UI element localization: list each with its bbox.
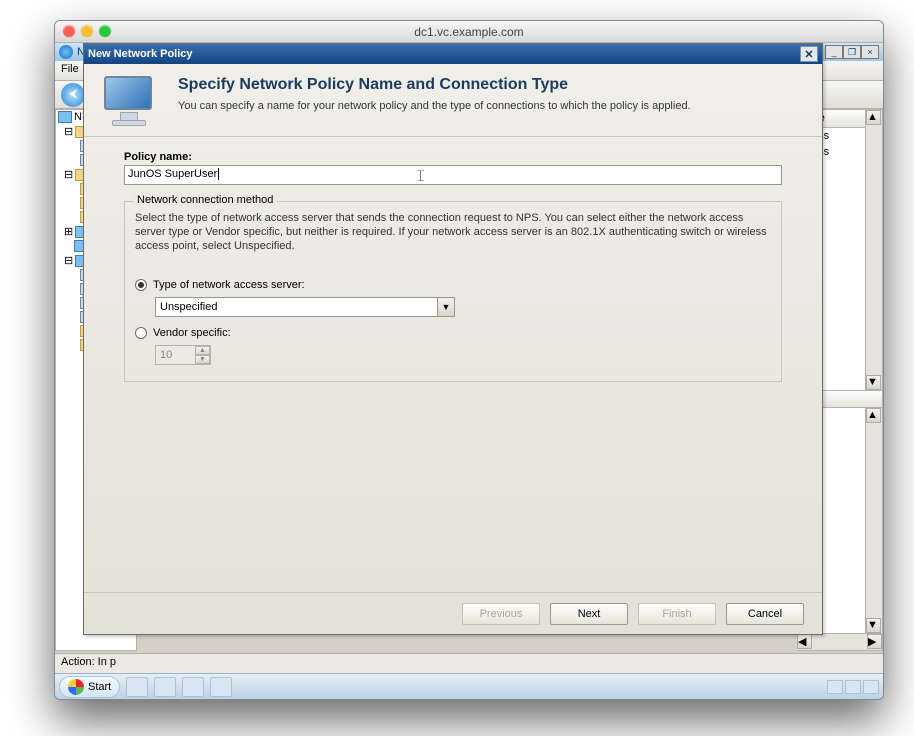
windows-app: Network _ ❐ × File Act ⮜ ⮞ NPS (L ⊟ RA: [55, 43, 883, 699]
nps-icon: [59, 45, 73, 59]
finish-button: Finish: [638, 603, 716, 625]
dialog-title: New Network Policy: [88, 48, 193, 60]
scroll-down-icon[interactable]: ▼: [866, 618, 881, 633]
policy-name-value: JunOS SuperUser: [128, 168, 217, 180]
tray-net-icon[interactable]: [863, 680, 879, 694]
spinner-up-icon: ▲: [195, 346, 210, 355]
radio-type-row[interactable]: Type of network access server:: [135, 279, 771, 291]
taskbar-item[interactable]: [126, 677, 148, 697]
text-caret: [218, 168, 219, 180]
dialog-close-button[interactable]: ✕: [800, 46, 818, 62]
scroll-up-icon[interactable]: ▲: [866, 408, 881, 423]
nps-root-icon: [58, 111, 72, 123]
server-type-select[interactable]: Unspecified ▼: [155, 297, 455, 317]
radio-vendor-button[interactable]: [135, 327, 147, 339]
radio-type-button[interactable]: [135, 279, 147, 291]
tray-flag-icon[interactable]: [827, 680, 843, 694]
radio-type-label: Type of network access server:: [153, 279, 305, 291]
mac-titlebar[interactable]: dc1.vc.example.com: [55, 21, 883, 43]
dialog-titlebar[interactable]: New Network Policy ✕: [84, 44, 822, 64]
dialog-button-row: Previous Next Finish Cancel: [84, 592, 822, 634]
mac-window: dc1.vc.example.com Network _ ❐ × File Ac…: [54, 20, 884, 700]
windows-logo-icon: [68, 679, 84, 695]
mac-zoom-icon[interactable]: [99, 25, 111, 37]
policy-name-label: Policy name:: [124, 151, 782, 163]
radio-vendor-label: Vendor specific:: [153, 327, 231, 339]
dialog-body: Policy name: JunOS SuperUser 𝙸 Network c…: [84, 136, 822, 592]
taskbar-item[interactable]: [154, 677, 176, 697]
menu-file[interactable]: File: [61, 63, 79, 75]
mac-close-icon[interactable]: [63, 25, 75, 37]
cancel-button[interactable]: Cancel: [726, 603, 804, 625]
cursor-ibeam-icon: 𝙸: [415, 168, 426, 186]
scroll-left-icon[interactable]: ◀: [797, 634, 812, 649]
spinner-down-icon: ▼: [195, 355, 210, 364]
start-button[interactable]: Start: [59, 676, 120, 698]
taskbar-item[interactable]: [210, 677, 232, 697]
status-bar: Action: In p: [55, 653, 883, 673]
taskbar: Start: [55, 673, 883, 699]
scroll-right-icon[interactable]: ▶: [867, 634, 882, 649]
status-text: Action: In p: [61, 656, 116, 668]
dialog-header: Specify Network Policy Name and Connecti…: [84, 64, 822, 136]
next-button[interactable]: Next: [550, 603, 628, 625]
previous-button: Previous: [462, 603, 540, 625]
tray-power-icon[interactable]: [845, 680, 861, 694]
nav-back-button[interactable]: ⮜: [61, 83, 85, 107]
policy-name-input[interactable]: JunOS SuperUser 𝙸: [124, 165, 782, 185]
system-tray[interactable]: [827, 680, 879, 694]
mdi-minimize-icon[interactable]: _: [825, 45, 843, 59]
vendor-value: 10: [156, 349, 195, 361]
dialog-subtitle: You can specify a name for your network …: [178, 100, 691, 112]
network-connection-method-group: Network connection method Select the typ…: [124, 201, 782, 382]
mdi-restore-icon[interactable]: ❐: [843, 45, 861, 59]
mdi-close-icon[interactable]: ×: [861, 45, 879, 59]
fieldset-legend: Network connection method: [133, 194, 277, 206]
start-label: Start: [88, 681, 111, 693]
fieldset-description: Select the type of network access server…: [135, 212, 771, 253]
mac-title: dc1.vc.example.com: [414, 25, 523, 39]
dialog-heading: Specify Network Policy Name and Connecti…: [178, 76, 691, 94]
monitor-icon: [98, 74, 164, 130]
taskbar-item[interactable]: [182, 677, 204, 697]
vendor-spinner: 10 ▲ ▼: [155, 345, 211, 365]
scroll-up-icon[interactable]: ▲: [866, 110, 881, 125]
server-type-value: Unspecified: [156, 301, 437, 313]
scroll-down-icon[interactable]: ▼: [866, 375, 881, 390]
new-network-policy-dialog: New Network Policy ✕ Specify Network Pol…: [83, 43, 823, 635]
chevron-down-icon[interactable]: ▼: [437, 298, 454, 316]
mac-minimize-icon[interactable]: [81, 25, 93, 37]
radio-vendor-row[interactable]: Vendor specific:: [135, 327, 771, 339]
